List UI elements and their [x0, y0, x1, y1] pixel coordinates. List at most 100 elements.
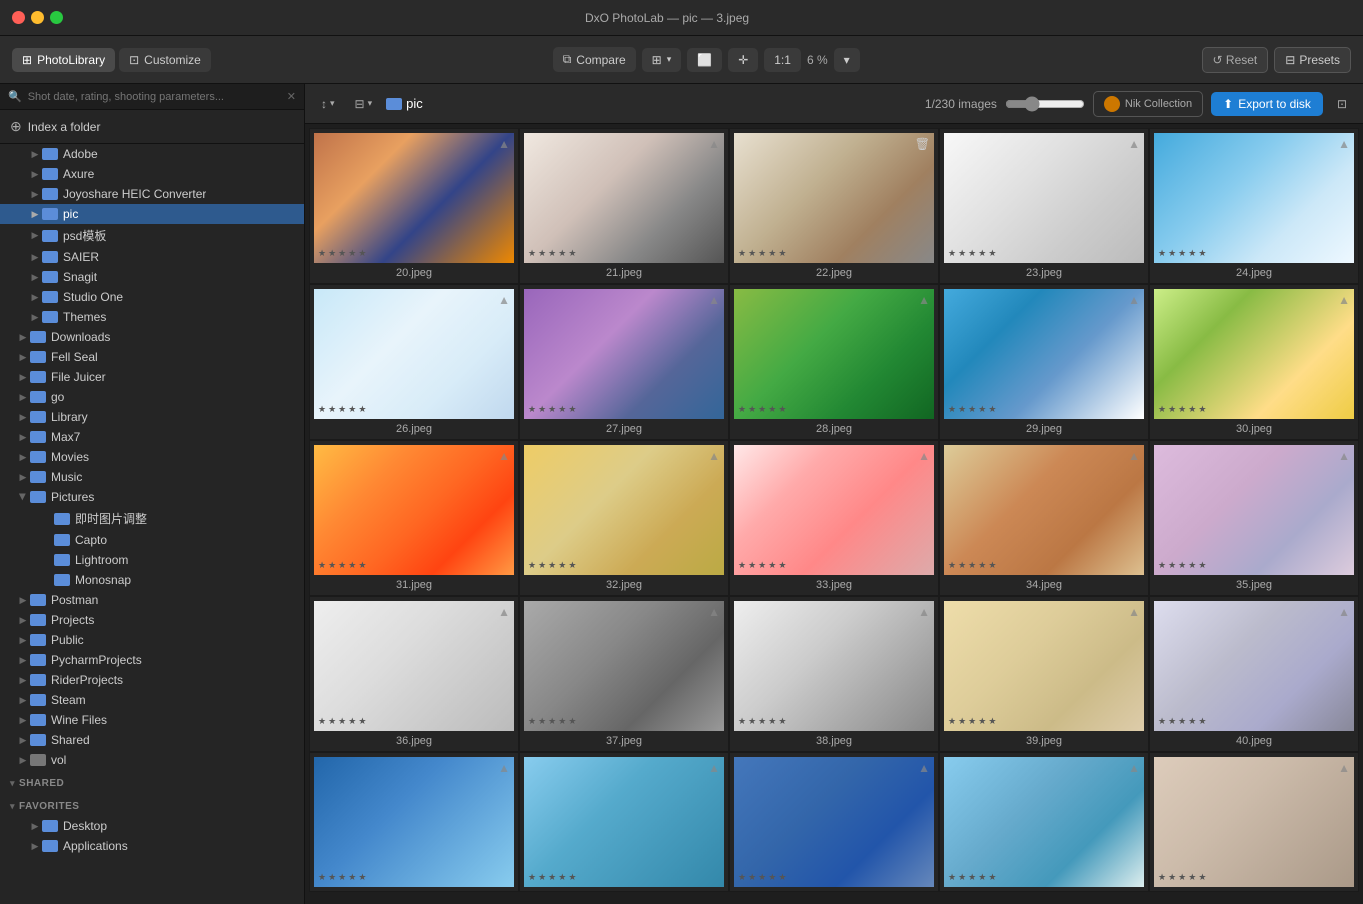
favorites-section-header: ▾ FAVORITES: [0, 793, 304, 816]
photo-cell[interactable]: ▲★★★★★38.jpeg: [729, 596, 939, 752]
photo-cell[interactable]: ▲★★★★★39.jpeg: [939, 596, 1149, 752]
star: ★: [328, 404, 336, 415]
presets-button[interactable]: ⊟ Presets: [1274, 47, 1351, 73]
sidebar-item-jishi[interactable]: 即时图片调整: [0, 507, 304, 530]
sidebar-item-shared[interactable]: ▶ Shared: [0, 730, 304, 750]
photo-cell[interactable]: ▲★★★★★: [939, 752, 1149, 892]
sidebar-item-riderprojects[interactable]: ▶ RiderProjects: [0, 670, 304, 690]
sidebar-item-max7[interactable]: ▶ Max7: [0, 427, 304, 447]
photo-cell[interactable]: ▲★★★★★: [519, 752, 729, 892]
photo-thumbnail: ▲★★★★★: [1154, 289, 1354, 419]
sidebar-item-adobe[interactable]: ▶ Adobe: [0, 144, 304, 164]
photo-cell[interactable]: ▲★★★★★31.jpeg: [309, 440, 519, 596]
nik-collection-button[interactable]: Nik Collection: [1093, 91, 1203, 117]
star: ★: [758, 560, 766, 571]
sidebar-item-pycharmprojects[interactable]: ▶ PycharmProjects: [0, 650, 304, 670]
sidebar-item-monosnap[interactable]: Monosnap: [0, 570, 304, 590]
compare-button[interactable]: ⧉ Compare: [553, 47, 636, 72]
sidebar-item-projects[interactable]: ▶ Projects: [0, 610, 304, 630]
zoom-range-input[interactable]: [1005, 96, 1085, 112]
photo-cell[interactable]: ▲★★★★★23.jpeg: [939, 128, 1149, 284]
sidebar-item-axure[interactable]: ▶ Axure: [0, 164, 304, 184]
sidebar-item-winefiles[interactable]: ▶ Wine Files: [0, 710, 304, 730]
sidebar-item-pic[interactable]: ▶ pic: [0, 204, 304, 224]
zoom-1to1-button[interactable]: 1:1: [764, 48, 801, 72]
sidebar-item-lightroom[interactable]: Lightroom: [0, 550, 304, 570]
sidebar-item-capto[interactable]: Capto: [0, 530, 304, 550]
photo-cell[interactable]: ▲★★★★★36.jpeg: [309, 596, 519, 752]
photo-cell[interactable]: ▲★★★★★21.jpeg: [519, 128, 729, 284]
sidebar-item-public[interactable]: ▶ Public: [0, 630, 304, 650]
star: ★: [758, 716, 766, 727]
sidebar-item-library[interactable]: ▶ Library: [0, 407, 304, 427]
photo-cell[interactable]: ▲★★★★★: [309, 752, 519, 892]
star: ★: [528, 560, 536, 571]
sidebar-item-go[interactable]: ▶ go: [0, 387, 304, 407]
zoom-dropdown-button[interactable]: ▾: [834, 48, 860, 72]
photo-cell[interactable]: ▲★★★★★: [1149, 752, 1359, 892]
index-folder-button[interactable]: ⊕ Index a folder: [0, 110, 304, 144]
photo-thumbnail: ▲★★★★★: [944, 445, 1144, 575]
sort-button[interactable]: ↕ ▾: [315, 94, 341, 114]
sidebar-item-saier[interactable]: ▶ SAIER: [0, 247, 304, 267]
sidebar-item-psd[interactable]: ▶ psd模板: [0, 224, 304, 247]
photo-cell[interactable]: ▲★★★★★30.jpeg: [1149, 284, 1359, 440]
folder-icon: [30, 674, 46, 686]
photo-cell[interactable]: ▲★★★★★35.jpeg: [1149, 440, 1359, 596]
star-rating: ★★★★★: [528, 716, 576, 727]
photo-cell[interactable]: ▲★★★★★32.jpeg: [519, 440, 729, 596]
sidebar-item-fellseal[interactable]: ▶ Fell Seal: [0, 347, 304, 367]
sidebar-item-themes[interactable]: ▶ Themes: [0, 307, 304, 327]
sidebar-item-desktop[interactable]: ▶ Desktop: [0, 816, 304, 836]
minimize-button[interactable]: [31, 11, 44, 24]
photo-cell[interactable]: ▲★★★★★29.jpeg: [939, 284, 1149, 440]
sidebar-item-label: Wine Files: [51, 713, 107, 727]
star: ★: [988, 248, 996, 259]
sidebar-item-postman[interactable]: ▶ Postman: [0, 590, 304, 610]
fit-button[interactable]: ✛: [728, 48, 758, 72]
more-options-button[interactable]: ⊡: [1331, 94, 1353, 114]
maximize-button[interactable]: [50, 11, 63, 24]
photo-cell[interactable]: ▲★★★★★27.jpeg: [519, 284, 729, 440]
photo-cell[interactable]: ▲★★★★★34.jpeg: [939, 440, 1149, 596]
sidebar-item-label: PycharmProjects: [51, 653, 142, 667]
sidebar-item-filejuicer[interactable]: ▶ File Juicer: [0, 367, 304, 387]
single-view-button[interactable]: ⬜: [687, 48, 722, 72]
sidebar-item-label: 即时图片调整: [75, 510, 147, 527]
export-button[interactable]: ⬆ Export to disk: [1211, 92, 1323, 116]
search-input[interactable]: [28, 91, 287, 103]
sidebar-item-vol[interactable]: ▶ vol: [0, 750, 304, 770]
sidebar-item-applications[interactable]: ▶ Applications: [0, 836, 304, 856]
photo-cell[interactable]: ▲★★★★★: [729, 752, 939, 892]
star: ★: [1188, 716, 1196, 727]
star: ★: [988, 404, 996, 415]
photo-cell[interactable]: ▲★★★★★28.jpeg: [729, 284, 939, 440]
filter-button[interactable]: ⊟ ▾: [349, 94, 379, 114]
sidebar-item-music[interactable]: ▶ Music: [0, 467, 304, 487]
star: ★: [358, 872, 366, 883]
photo-cell[interactable]: ▲★★★★★20.jpeg: [309, 128, 519, 284]
sidebar-item-downloads[interactable]: ▶ Downloads: [0, 327, 304, 347]
tree-arrow: ▶: [28, 270, 42, 284]
photo-cell[interactable]: ▲★★★★★26.jpeg: [309, 284, 519, 440]
reset-button[interactable]: ↺ Reset: [1202, 47, 1269, 73]
customize-tab[interactable]: ⊡ Customize: [119, 48, 211, 72]
photo-library-tab[interactable]: ⊞ PhotoLibrary: [12, 48, 115, 72]
view-mode-button[interactable]: ⊞ ▾: [642, 48, 682, 72]
photo-thumbnail: ▲★★★★★: [314, 757, 514, 887]
star: ★: [328, 872, 336, 883]
photo-cell[interactable]: ▲★★★★★37.jpeg: [519, 596, 729, 752]
photo-cell[interactable]: ▲★★★★★40.jpeg: [1149, 596, 1359, 752]
sidebar-item-pictures[interactable]: ▶ Pictures: [0, 487, 304, 507]
sidebar-item-studioone[interactable]: ▶ Studio One: [0, 287, 304, 307]
star-rating: ★★★★★: [318, 716, 366, 727]
sidebar-item-joyoshare[interactable]: ▶ Joyoshare HEIC Converter: [0, 184, 304, 204]
photo-cell[interactable]: ▲★★★★★24.jpeg: [1149, 128, 1359, 284]
photo-cell[interactable]: ▲★★★★★33.jpeg: [729, 440, 939, 596]
sidebar-item-snagit[interactable]: ▶ Snagit: [0, 267, 304, 287]
sidebar-item-movies[interactable]: ▶ Movies: [0, 447, 304, 467]
photo-cell[interactable]: 🗑★★★★★22.jpeg: [729, 128, 939, 284]
clear-search-button[interactable]: ✕: [287, 90, 296, 103]
close-button[interactable]: [12, 11, 25, 24]
sidebar-item-steam[interactable]: ▶ Steam: [0, 690, 304, 710]
